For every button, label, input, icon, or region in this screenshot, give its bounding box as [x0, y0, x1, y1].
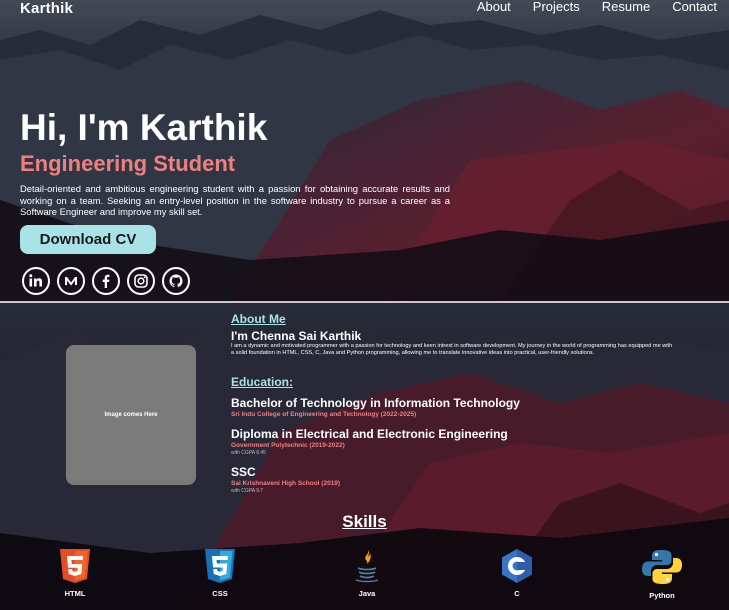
education-title: SSC	[231, 465, 256, 479]
education-title: Bachelor of Technology in Information Te…	[231, 396, 520, 410]
education-school: Sri Indu College of Engineering and Tech…	[231, 411, 417, 418]
nav-link-projects[interactable]: Projects	[533, 0, 580, 14]
html5-icon	[58, 549, 92, 586]
skill-c: C	[487, 548, 547, 598]
download-cv-button[interactable]: Download CV	[20, 225, 156, 254]
skill-label: HTML	[64, 589, 86, 598]
skill-label: Java	[358, 589, 376, 598]
nav-link-contact[interactable]: Contact	[672, 0, 717, 14]
skill-html: HTML	[45, 548, 105, 598]
python-icon	[641, 550, 683, 588]
skill-css: CSS	[190, 548, 250, 598]
css3-icon	[203, 549, 237, 586]
social-links	[22, 267, 190, 295]
education-school: Sai Krishnaveni High School (2019)	[231, 480, 341, 487]
github-icon[interactable]	[162, 267, 190, 295]
education-heading: Education:	[231, 375, 293, 389]
about-bio: I am a dynamic and motivated programmer …	[231, 343, 673, 357]
linkedin-icon[interactable]	[22, 267, 50, 295]
nav-link-about[interactable]: About	[477, 0, 511, 14]
education-item: Diploma in Electrical and Electronic Eng…	[231, 427, 508, 456]
skill-python: Python	[632, 548, 692, 600]
java-icon	[350, 550, 384, 586]
c-language-icon	[499, 549, 535, 586]
main-nav: About Projects Resume Contact	[477, 0, 717, 14]
education-item: Bachelor of Technology in Information Te…	[231, 396, 520, 419]
education-grade: with CGPA 8.45	[231, 450, 266, 456]
education-item: SSC Sai Krishnaveni High School (2019) w…	[231, 465, 340, 494]
skills-heading: Skills	[0, 512, 729, 532]
skill-label: CSS	[212, 589, 228, 598]
skill-label: Python	[649, 591, 675, 600]
skill-java: Java	[337, 548, 397, 598]
skill-label: C	[514, 589, 520, 598]
medium-icon[interactable]	[57, 267, 85, 295]
hero-description: Detail-oriented and ambitious engineerin…	[20, 183, 450, 218]
education-title: Diploma in Electrical and Electronic Eng…	[231, 427, 508, 441]
facebook-icon[interactable]	[92, 267, 120, 295]
education-grade: with CGPA 9.7	[231, 488, 264, 494]
profile-photo-placeholder: Image comes Here	[66, 345, 196, 485]
hero-subtitle: Engineering Student	[20, 151, 236, 176]
skills-heading-text: Skills	[342, 512, 387, 531]
nav-link-resume[interactable]: Resume	[602, 0, 650, 14]
education-school: Government Polytechnic (2019-2022)	[231, 442, 345, 449]
hero-title: Hi, I'm Karthik	[20, 107, 268, 148]
about-heading: About Me	[231, 312, 286, 326]
instagram-icon[interactable]	[127, 267, 155, 295]
brand-logo[interactable]: Karthik	[20, 0, 73, 17]
about-name: I'm Chenna Sai Karthik	[231, 329, 362, 343]
